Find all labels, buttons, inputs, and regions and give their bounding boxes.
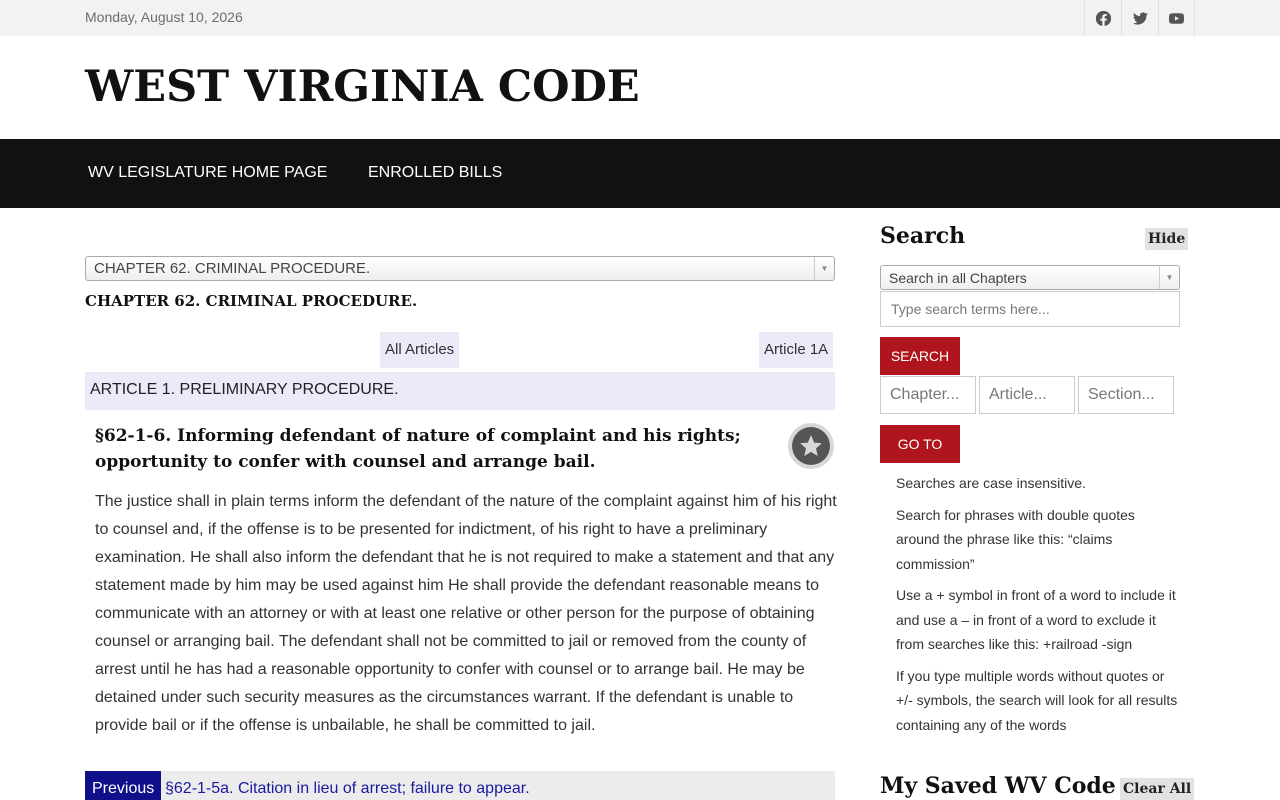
section-title: §62-1-6. Informing defendant of nature o… xyxy=(95,426,741,472)
previous-section-link[interactable]: §62-1-5a. Citation in lieu of arrest; fa… xyxy=(165,780,530,798)
saved-code-heading: My Saved WV Code xyxy=(880,773,1116,799)
current-date: Monday, August 10, 2026 xyxy=(85,9,243,25)
twitter-icon xyxy=(1132,11,1148,25)
chapter-heading: CHAPTER 62. CRIMINAL PROCEDURE. xyxy=(85,292,418,310)
nav-item-legislature-home[interactable]: WV LEGISLATURE HOME PAGE xyxy=(88,164,327,182)
search-button[interactable]: SEARCH xyxy=(880,337,960,375)
chapter-select[interactable]: CHAPTER 62. CRIMINAL PROCEDURE. ▼ xyxy=(85,256,835,281)
next-article-link[interactable]: Article 1A xyxy=(759,332,834,368)
search-tip: Use a + symbol in front of a word to inc… xyxy=(896,587,1176,652)
facebook-link[interactable] xyxy=(1084,0,1121,36)
star-icon-badge xyxy=(792,427,830,465)
search-input[interactable] xyxy=(880,291,1180,327)
star-icon xyxy=(800,435,822,456)
youtube-link[interactable] xyxy=(1158,0,1195,36)
search-tip: Searches are case insensitive. xyxy=(896,475,1086,491)
all-articles-link[interactable]: All Articles xyxy=(380,332,460,368)
hide-button[interactable]: Hide xyxy=(1145,228,1189,250)
youtube-icon xyxy=(1169,12,1184,24)
top-bar: Monday, August 10, 2026 xyxy=(0,0,1280,36)
search-tip: Search for phrases with double quotes ar… xyxy=(896,506,1135,572)
nav-item-enrolled-bills[interactable]: ENROLLED BILLS xyxy=(368,164,502,182)
section-input[interactable] xyxy=(1078,376,1174,414)
social-links xyxy=(1084,0,1195,36)
section-body: The justice shall in plain terms inform … xyxy=(95,493,837,734)
chevron-down-icon: ▼ xyxy=(1159,266,1179,289)
search-tip: If you type multiple words without quote… xyxy=(896,667,1178,733)
site-title[interactable]: WEST VIRGINIA CODE xyxy=(85,62,640,112)
article-heading: ARTICLE 1. PRELIMINARY PROCEDURE. xyxy=(85,372,835,410)
search-tips: Searches are case insensitive. Search fo… xyxy=(896,471,1181,744)
goto-button[interactable]: GO TO xyxy=(880,425,960,463)
twitter-link[interactable] xyxy=(1121,0,1158,36)
main-nav: WV LEGISLATURE HOME PAGE ENROLLED BILLS xyxy=(0,139,1280,208)
clear-all-button[interactable]: Clear All xyxy=(1120,778,1195,800)
chapter-input[interactable] xyxy=(880,376,976,414)
previous-button[interactable]: Previous xyxy=(85,771,162,800)
article-input[interactable] xyxy=(979,376,1075,414)
chevron-down-icon: ▼ xyxy=(814,257,834,280)
search-scope-value: Search in all Chapters xyxy=(889,270,1027,286)
save-section-button[interactable] xyxy=(788,423,834,469)
chapter-select-value: CHAPTER 62. CRIMINAL PROCEDURE. xyxy=(94,260,371,277)
facebook-icon xyxy=(1095,10,1111,26)
previous-section-bar: Previous §62-1-5a. Citation in lieu of a… xyxy=(85,771,835,800)
search-scope-select[interactable]: Search in all Chapters ▼ xyxy=(880,265,1180,290)
search-heading: Search xyxy=(880,223,966,249)
